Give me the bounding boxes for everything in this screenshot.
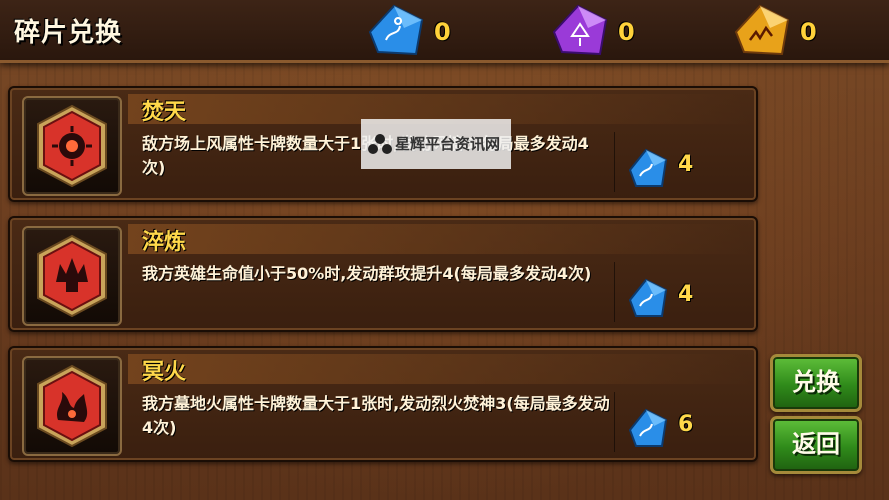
item-name: 焚天 (142, 100, 187, 125)
emblem-frame (22, 96, 122, 196)
cost-value: 4 (678, 282, 694, 307)
item-description: 我方英雄生命值小于50%时,发动群攻提升4(每局最多发动4次) (142, 264, 592, 283)
item-description: 我方墓地火属性卡牌数量大于1张时,发动烈火焚神3(每局最多发动4次) (142, 394, 610, 437)
purple-shard-count: 0 (618, 18, 635, 46)
back-button[interactable]: 返回 (770, 416, 862, 474)
purple-shard-icon (552, 4, 608, 56)
gold-shard-count: 0 (800, 18, 817, 46)
emblem-frame (22, 226, 122, 326)
watermark-logo-icon (368, 134, 392, 154)
item-name: 冥火 (142, 360, 187, 385)
emblem-frame (22, 356, 122, 456)
item-cost: 4 (624, 146, 734, 190)
flame-crown-emblem-icon (37, 234, 107, 318)
blue-shard-icon (628, 148, 668, 187)
dark-fire-emblem-icon (37, 364, 107, 448)
top-bar: 碎片兑换 0 0 0 (0, 0, 889, 63)
watermark-text: 星辉平台资讯网 (395, 135, 501, 153)
item-name: 淬炼 (142, 230, 187, 255)
cost-value: 6 (678, 412, 694, 437)
item-cost: 4 (624, 276, 734, 320)
burning-sun-emblem-icon (37, 104, 107, 188)
watermark: 星辉平台资讯网 (361, 119, 511, 169)
blue-shard-icon (628, 278, 668, 317)
page-title: 碎片兑换 (14, 18, 123, 48)
exchange-item-3[interactable]: 冥火 我方墓地火属性卡牌数量大于1张时,发动烈火焚神3(每局最多发动4次) 6 (8, 346, 758, 462)
exchange-button[interactable]: 兑换 (770, 354, 862, 412)
gold-shard-icon (734, 4, 790, 56)
blue-shard-count: 0 (434, 18, 451, 46)
cost-value: 4 (678, 152, 694, 177)
exchange-item-2[interactable]: 淬炼 我方英雄生命值小于50%时,发动群攻提升4(每局最多发动4次) 4 (8, 216, 758, 332)
item-cost: 6 (624, 406, 734, 450)
blue-shard-icon (368, 4, 424, 56)
blue-shard-icon (628, 408, 668, 447)
